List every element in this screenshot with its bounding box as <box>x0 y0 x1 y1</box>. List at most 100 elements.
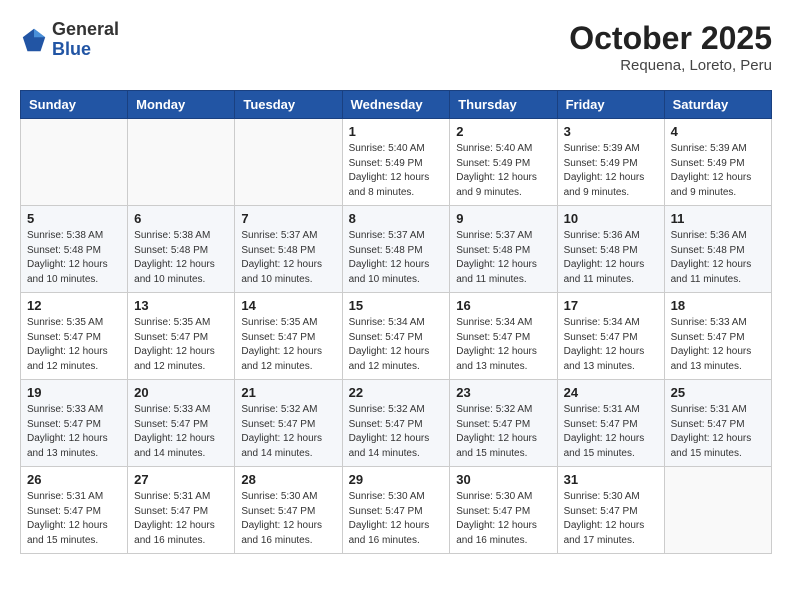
day-info: Sunrise: 5:32 AM Sunset: 5:47 PM Dayligh… <box>456 403 550 461</box>
calendar-cell: 19 Sunrise: 5:33 AM Sunset: 5:47 PM Dayli… <box>21 380 128 467</box>
weekday-header-monday: Monday <box>128 91 235 119</box>
calendar-cell: 24 Sunrise: 5:31 AM Sunset: 5:47 PM Dayli… <box>557 380 664 467</box>
day-number: 10 <box>564 211 658 226</box>
day-number: 31 <box>564 472 658 487</box>
day-info: Sunrise: 5:35 AM Sunset: 5:47 PM Dayligh… <box>241 316 335 374</box>
calendar-cell: 21 Sunrise: 5:32 AM Sunset: 5:47 PM Dayli… <box>235 380 342 467</box>
day-info: Sunrise: 5:40 AM Sunset: 5:49 PM Dayligh… <box>456 142 550 200</box>
day-info: Sunrise: 5:30 AM Sunset: 5:47 PM Dayligh… <box>564 490 658 548</box>
logo-blue-text: Blue <box>52 39 91 59</box>
weekday-header-thursday: Thursday <box>450 91 557 119</box>
day-number: 28 <box>241 472 335 487</box>
calendar-cell: 1 Sunrise: 5:40 AM Sunset: 5:49 PM Daylig… <box>342 119 450 206</box>
day-number: 16 <box>456 298 550 313</box>
calendar-cell: 28 Sunrise: 5:30 AM Sunset: 5:47 PM Dayli… <box>235 467 342 554</box>
page-header: General Blue October 2025 Requena, Loret… <box>20 20 772 74</box>
calendar-cell: 23 Sunrise: 5:32 AM Sunset: 5:47 PM Dayli… <box>450 380 557 467</box>
day-number: 12 <box>27 298 121 313</box>
calendar-cell: 10 Sunrise: 5:36 AM Sunset: 5:48 PM Dayli… <box>557 206 664 293</box>
day-number: 2 <box>456 124 550 139</box>
weekday-header-wednesday: Wednesday <box>342 91 450 119</box>
day-info: Sunrise: 5:33 AM Sunset: 5:47 PM Dayligh… <box>671 316 765 374</box>
calendar-week-1: 1 Sunrise: 5:40 AM Sunset: 5:49 PM Daylig… <box>21 119 772 206</box>
logo: General Blue <box>20 20 119 60</box>
day-number: 13 <box>134 298 228 313</box>
calendar-cell: 7 Sunrise: 5:37 AM Sunset: 5:48 PM Daylig… <box>235 206 342 293</box>
logo-general-text: General <box>52 19 119 39</box>
calendar-week-4: 19 Sunrise: 5:33 AM Sunset: 5:47 PM Dayli… <box>21 380 772 467</box>
day-info: Sunrise: 5:38 AM Sunset: 5:48 PM Dayligh… <box>27 229 121 287</box>
day-number: 1 <box>349 124 444 139</box>
day-number: 30 <box>456 472 550 487</box>
day-number: 19 <box>27 385 121 400</box>
calendar-cell: 26 Sunrise: 5:31 AM Sunset: 5:47 PM Dayli… <box>21 467 128 554</box>
day-info: Sunrise: 5:37 AM Sunset: 5:48 PM Dayligh… <box>241 229 335 287</box>
calendar-cell: 8Sunrise: 5:37 AM Sunset: 5:48 PM Daylig… <box>342 206 450 293</box>
month-title: October 2025 <box>569 20 772 57</box>
calendar-cell: 30 Sunrise: 5:30 AM Sunset: 5:47 PM Dayli… <box>450 467 557 554</box>
location: Requena, Loreto, Peru <box>569 57 772 74</box>
calendar-cell: 18 Sunrise: 5:33 AM Sunset: 5:47 PM Dayli… <box>664 293 771 380</box>
calendar-cell: 13 Sunrise: 5:35 AM Sunset: 5:47 PM Dayli… <box>128 293 235 380</box>
day-info: Sunrise: 5:32 AM Sunset: 5:47 PM Dayligh… <box>241 403 335 461</box>
day-number: 5 <box>27 211 121 226</box>
day-number: 26 <box>27 472 121 487</box>
day-info: Sunrise: 5:34 AM Sunset: 5:47 PM Dayligh… <box>456 316 550 374</box>
calendar-cell: 22 Sunrise: 5:32 AM Sunset: 5:47 PM Dayli… <box>342 380 450 467</box>
calendar-cell: 11 Sunrise: 5:36 AM Sunset: 5:48 PM Dayli… <box>664 206 771 293</box>
day-number: 11 <box>671 211 765 226</box>
calendar-cell <box>21 119 128 206</box>
day-info: Sunrise: 5:37 AM Sunset: 5:48 PM Dayligh… <box>456 229 550 287</box>
day-info: Sunrise: 5:30 AM Sunset: 5:47 PM Dayligh… <box>456 490 550 548</box>
day-info: Sunrise: 5:37 AM Sunset: 5:48 PM Dayligh… <box>349 229 444 287</box>
calendar-cell: 29Sunrise: 5:30 AM Sunset: 5:47 PM Dayli… <box>342 467 450 554</box>
calendar-cell: 5 Sunrise: 5:38 AM Sunset: 5:48 PM Daylig… <box>21 206 128 293</box>
calendar-cell: 20 Sunrise: 5:33 AM Sunset: 5:47 PM Dayli… <box>128 380 235 467</box>
calendar-week-3: 12 Sunrise: 5:35 AM Sunset: 5:47 PM Dayli… <box>21 293 772 380</box>
day-info: Sunrise: 5:31 AM Sunset: 5:47 PM Dayligh… <box>134 490 228 548</box>
day-info: Sunrise: 5:39 AM Sunset: 5:49 PM Dayligh… <box>564 142 658 200</box>
day-info: Sunrise: 5:35 AM Sunset: 5:47 PM Dayligh… <box>27 316 121 374</box>
calendar-cell: 2 Sunrise: 5:40 AM Sunset: 5:49 PM Daylig… <box>450 119 557 206</box>
day-number: 15 <box>349 298 444 313</box>
day-number: 24 <box>564 385 658 400</box>
day-number: 27 <box>134 472 228 487</box>
day-number: 17 <box>564 298 658 313</box>
title-block: October 2025 Requena, Loreto, Peru <box>569 20 772 74</box>
day-number: 7 <box>241 211 335 226</box>
day-info: Sunrise: 5:30 AM Sunset: 5:47 PM Dayligh… <box>241 490 335 548</box>
day-info: Sunrise: 5:31 AM Sunset: 5:47 PM Dayligh… <box>671 403 765 461</box>
calendar-cell: 17Sunrise: 5:34 AM Sunset: 5:47 PM Dayli… <box>557 293 664 380</box>
day-info: Sunrise: 5:36 AM Sunset: 5:48 PM Dayligh… <box>671 229 765 287</box>
calendar-cell: 12 Sunrise: 5:35 AM Sunset: 5:47 PM Dayli… <box>21 293 128 380</box>
calendar-cell: 25Sunrise: 5:31 AM Sunset: 5:47 PM Dayli… <box>664 380 771 467</box>
calendar-body: 1 Sunrise: 5:40 AM Sunset: 5:49 PM Daylig… <box>21 119 772 554</box>
day-info: Sunrise: 5:33 AM Sunset: 5:47 PM Dayligh… <box>27 403 121 461</box>
calendar-week-2: 5 Sunrise: 5:38 AM Sunset: 5:48 PM Daylig… <box>21 206 772 293</box>
day-info: Sunrise: 5:38 AM Sunset: 5:48 PM Dayligh… <box>134 229 228 287</box>
day-info: Sunrise: 5:31 AM Sunset: 5:47 PM Dayligh… <box>564 403 658 461</box>
calendar-cell: 14Sunrise: 5:35 AM Sunset: 5:47 PM Dayli… <box>235 293 342 380</box>
calendar-cell <box>128 119 235 206</box>
weekday-header-saturday: Saturday <box>664 91 771 119</box>
day-info: Sunrise: 5:36 AM Sunset: 5:48 PM Dayligh… <box>564 229 658 287</box>
day-number: 22 <box>349 385 444 400</box>
day-number: 23 <box>456 385 550 400</box>
day-info: Sunrise: 5:34 AM Sunset: 5:47 PM Dayligh… <box>349 316 444 374</box>
day-number: 18 <box>671 298 765 313</box>
day-info: Sunrise: 5:40 AM Sunset: 5:49 PM Dayligh… <box>349 142 444 200</box>
calendar-table: SundayMondayTuesdayWednesdayThursdayFrid… <box>20 90 772 554</box>
day-number: 4 <box>671 124 765 139</box>
weekday-header-friday: Friday <box>557 91 664 119</box>
day-info: Sunrise: 5:32 AM Sunset: 5:47 PM Dayligh… <box>349 403 444 461</box>
weekday-header-tuesday: Tuesday <box>235 91 342 119</box>
day-number: 21 <box>241 385 335 400</box>
weekday-header-row: SundayMondayTuesdayWednesdayThursdayFrid… <box>21 91 772 119</box>
day-number: 6 <box>134 211 228 226</box>
day-info: Sunrise: 5:33 AM Sunset: 5:47 PM Dayligh… <box>134 403 228 461</box>
day-info: Sunrise: 5:31 AM Sunset: 5:47 PM Dayligh… <box>27 490 121 548</box>
day-info: Sunrise: 5:35 AM Sunset: 5:47 PM Dayligh… <box>134 316 228 374</box>
weekday-header-sunday: Sunday <box>21 91 128 119</box>
day-number: 20 <box>134 385 228 400</box>
day-number: 3 <box>564 124 658 139</box>
